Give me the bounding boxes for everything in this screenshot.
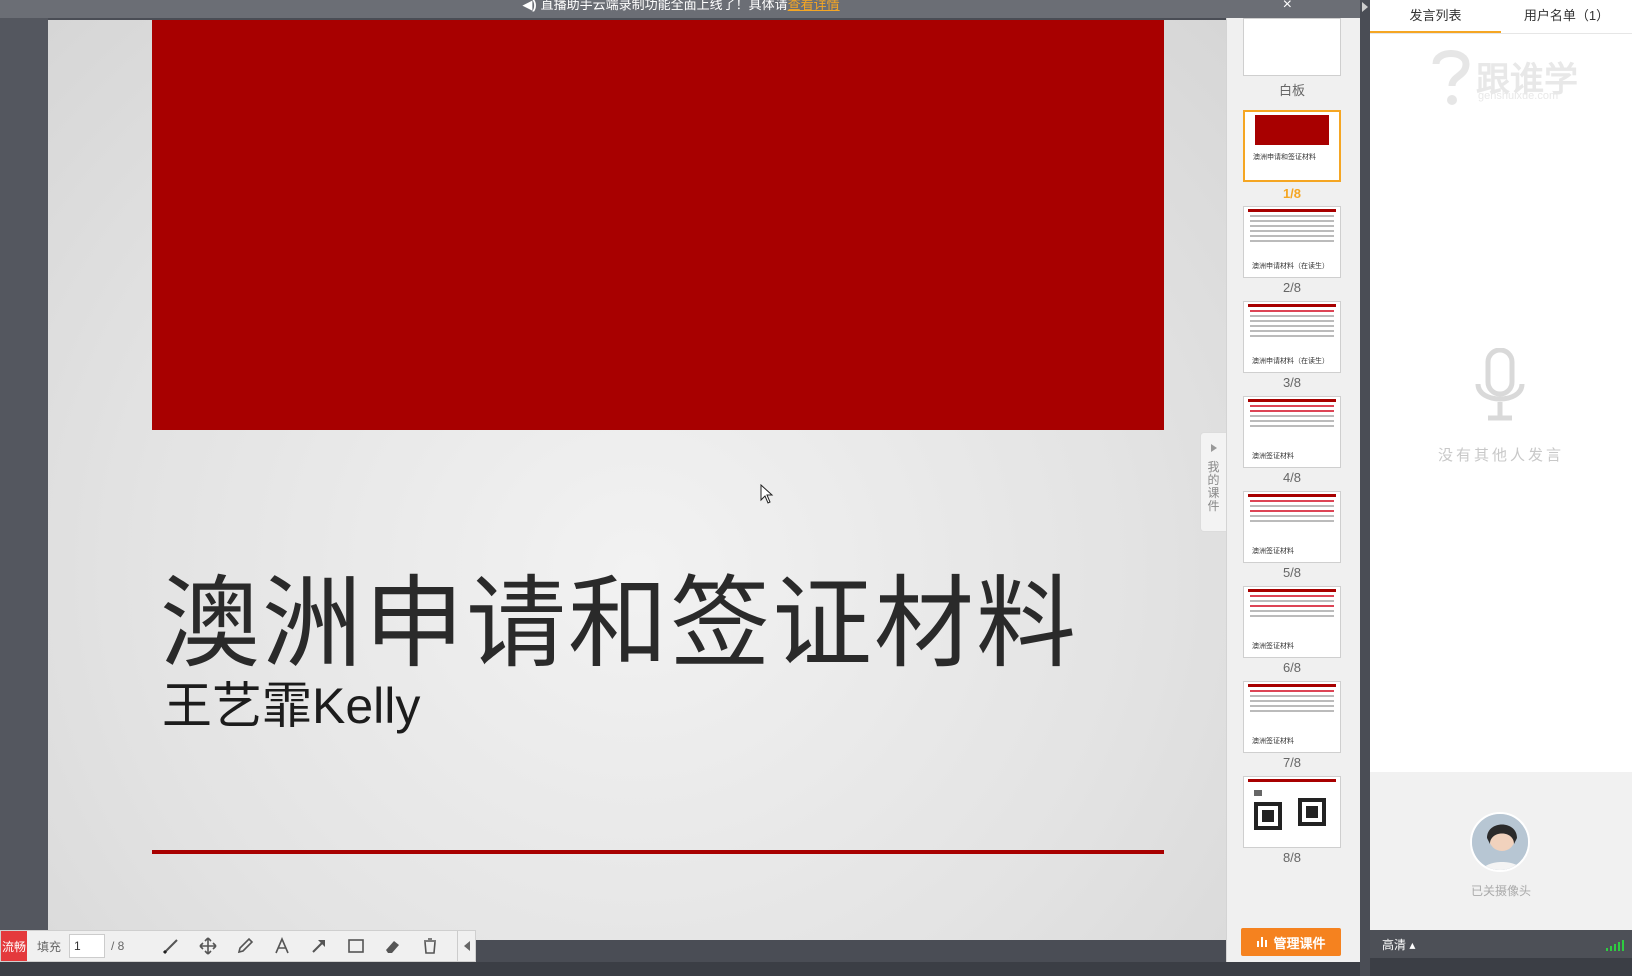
thumbnail-caption: 澳洲签证材料 [1252, 548, 1294, 555]
thumbnail-label: 2/8 [1282, 280, 1302, 295]
fill-label[interactable]: 填充 [37, 938, 61, 955]
quality-label: 高清 [1382, 937, 1407, 952]
thumbnail-label: 4/8 [1282, 470, 1302, 485]
quality-selector[interactable]: 高清 ▴ [1382, 936, 1415, 953]
video-panel: 已关摄像头 高清 ▴ [1370, 772, 1632, 958]
drawing-toolbar: 流畅 填充 / 8 [0, 930, 476, 962]
thumbnail-label: 7/8 [1282, 755, 1302, 770]
right-bottom-strip [1370, 958, 1632, 976]
app-window: ◀) 直播助手云端录制功能全面上线了！具体请查看详情 × 澳洲申请和签证材料 王艺… [0, 0, 1632, 976]
slide-thumbnail-1[interactable]: 澳洲申请和签证材料 [1243, 110, 1341, 182]
thumbnail-caption: 澳洲签证材料 [1252, 738, 1294, 745]
thumbnail-caption: 澳洲申请和签证材料 [1253, 154, 1316, 161]
slide-divider-line [152, 850, 1164, 854]
thumbnail-caption: 澳洲签证材料 [1252, 453, 1294, 460]
left-margin [0, 18, 48, 940]
thumbnail-label: 3/8 [1282, 375, 1302, 390]
thumbnail-label: 6/8 [1282, 660, 1302, 675]
text-icon[interactable] [271, 935, 293, 957]
logo-subtext: genshuixue.com [1478, 90, 1559, 102]
expand-arrow-icon [1210, 444, 1217, 452]
mouse-cursor-icon [760, 484, 774, 504]
bottom-strip [0, 962, 1362, 976]
slide-thumbnail-5[interactable]: 澳洲签证材料 [1243, 491, 1341, 563]
slide-thumbnail-4[interactable]: 澳洲签证材料 [1243, 396, 1341, 468]
slide-thumbnail-8[interactable] [1243, 776, 1341, 848]
manage-courseware-button[interactable]: 管理课件 [1241, 928, 1341, 956]
move-icon[interactable] [197, 935, 219, 957]
whiteboard-label: 白板 [1278, 83, 1305, 98]
slide-stage[interactable]: 澳洲申请和签证材料 王艺霏Kelly [48, 20, 1226, 940]
brand-logo: 跟谁学 genshuixue.com [1426, 46, 1596, 116]
my-courseware-tab[interactable]: 我的课件 [1200, 432, 1226, 532]
microphone-icon [1475, 348, 1525, 421]
avatar [1470, 812, 1530, 872]
slide-thumbnail-2[interactable]: 澳洲申请材料（在读生） [1243, 206, 1341, 278]
no-speaker-text: 没有其他人发言 [1437, 447, 1564, 464]
pen-icon[interactable] [234, 935, 256, 957]
rect-icon[interactable] [345, 935, 367, 957]
slide-subtitle: 王艺霏Kelly [162, 678, 421, 734]
thumbnail-caption: 澳洲申请材料（在读生） [1252, 358, 1329, 365]
right-tabs: 发言列表 用户名单（1） [1370, 0, 1632, 34]
notice-bar: ◀) 直播助手云端录制功能全面上线了！具体请查看详情 × [0, 0, 1362, 18]
slide-thumbnail-3[interactable]: 澳洲申请材料（在读生） [1243, 301, 1341, 373]
expand-panel-icon[interactable] [1362, 2, 1368, 12]
thumbnail-label: 8/8 [1282, 850, 1302, 865]
qr-code-icon [1254, 790, 1326, 830]
bar-chart-icon [1257, 937, 1268, 947]
slide-header-block [152, 20, 1164, 430]
question-mark-logo-icon [1432, 50, 1470, 105]
page-number-input[interactable] [69, 934, 106, 958]
thumbnail-label: 1/8 [1282, 186, 1302, 201]
signal-strength-icon [1606, 940, 1624, 951]
slide-thumbnail-7[interactable]: 澳洲签证材料 [1243, 681, 1341, 753]
thumbnail-label: 5/8 [1282, 565, 1302, 580]
my-courseware-label: 我的课件 [1207, 460, 1220, 513]
whiteboard-thumbnail[interactable] [1243, 18, 1341, 76]
tab-user-list[interactable]: 用户名单（1） [1501, 0, 1632, 33]
notice-text: 直播助手云端录制功能全面上线了！具体请 [540, 0, 788, 12]
camera-off-text: 已关摄像头 [1470, 884, 1531, 898]
notice-close-icon[interactable]: × [1283, 0, 1292, 13]
stream-quality-tag[interactable]: 流畅 [1, 931, 27, 961]
thumbnail-panel: 白板 澳洲申请和签证材料 1/8 澳洲申请材料（在读生） 2/8 澳洲申请材料（… [1226, 18, 1360, 962]
collapse-toolbar-icon[interactable] [457, 931, 475, 961]
tab-speaker-list[interactable]: 发言列表 [1370, 0, 1501, 33]
trash-icon[interactable] [419, 935, 441, 957]
line-icon[interactable] [160, 935, 182, 957]
thumbnail-caption: 澳洲申请材料（在读生） [1252, 263, 1329, 270]
video-quality-bar: 高清 ▴ [1370, 930, 1632, 958]
megaphone-icon: ◀) [522, 0, 537, 12]
arrow-icon[interactable] [308, 935, 330, 957]
eraser-icon[interactable] [382, 935, 404, 957]
thumbnail-caption: 澳洲签证材料 [1252, 643, 1294, 650]
right-panel: 发言列表 用户名单（1） 跟谁学 genshuixue.com 没有其他人发言 [1370, 0, 1632, 976]
page-total: / 8 [111, 939, 125, 953]
slide-thumbnail-6[interactable]: 澳洲签证材料 [1243, 586, 1341, 658]
notice-link[interactable]: 查看详情 [788, 0, 840, 12]
manage-courseware-label: 管理课件 [1273, 935, 1326, 951]
panel-divider[interactable] [1360, 0, 1370, 976]
